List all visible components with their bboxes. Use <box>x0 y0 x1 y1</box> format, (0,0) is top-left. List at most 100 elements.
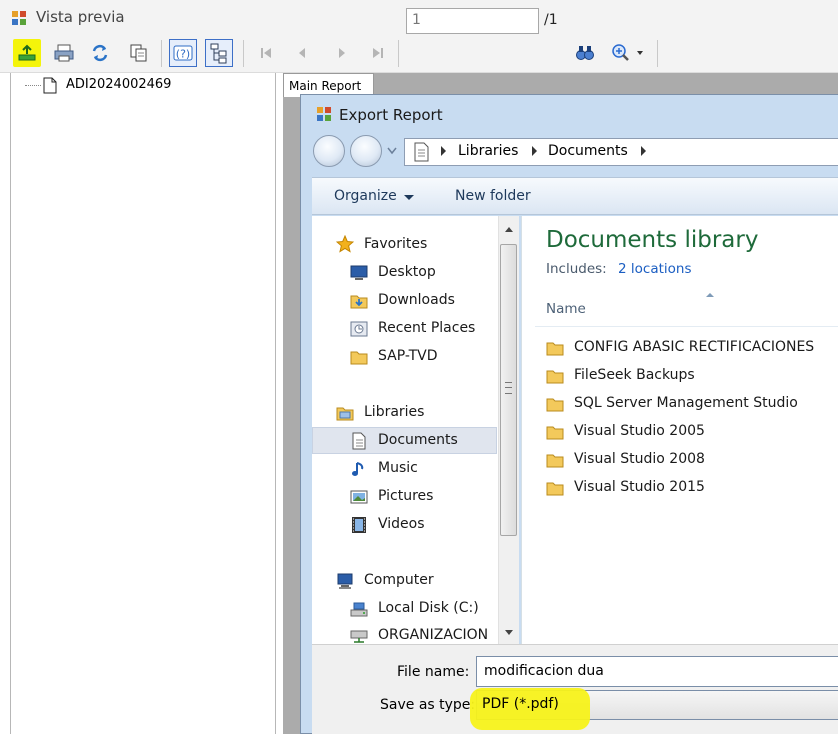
last-page-icon <box>373 48 383 58</box>
downloads-folder-icon <box>350 295 368 309</box>
group-tree-button[interactable] <box>205 39 233 67</box>
copy-button[interactable] <box>124 39 152 67</box>
folder-icon <box>546 426 564 440</box>
window-title: Vista previa <box>36 8 125 26</box>
organize-button[interactable]: Organize <box>334 188 397 204</box>
libraries-icon <box>336 407 354 421</box>
library-title: Documents library <box>546 227 759 253</box>
folder-icon <box>546 454 564 468</box>
locations-link[interactable]: 2 locations <box>618 261 691 277</box>
chevron-down-icon[interactable] <box>404 195 414 200</box>
scroll-down-icon[interactable] <box>505 630 513 635</box>
save-type-label: Save as type: <box>380 697 476 713</box>
computer-icon <box>337 573 353 589</box>
grip-icon <box>505 382 512 394</box>
folder-icon <box>546 342 564 356</box>
star-icon <box>336 235 354 253</box>
folder-name: Visual Studio 2008 <box>574 451 705 467</box>
videos-icon <box>352 517 366 533</box>
help-button[interactable]: (?) <box>169 39 197 67</box>
nav-libraries[interactable]: Libraries <box>364 404 424 420</box>
nav-pictures[interactable]: Pictures <box>378 488 433 504</box>
pictures-icon <box>350 490 368 504</box>
save-type-value: PDF (*.pdf) <box>482 696 559 712</box>
breadcrumb-arrow-icon[interactable] <box>532 146 537 156</box>
sort-ascending-icon <box>706 293 714 297</box>
dialog-title: Export Report <box>339 106 443 124</box>
nav-videos[interactable]: Videos <box>378 516 425 532</box>
find-icon <box>576 46 594 60</box>
folder-icon <box>546 398 564 412</box>
forward-button[interactable] <box>350 135 382 167</box>
nav-local-disk[interactable]: Local Disk (C:) <box>378 600 479 616</box>
nav-downloads[interactable]: Downloads <box>378 292 455 308</box>
breadcrumb-libraries[interactable]: Libraries <box>458 143 518 159</box>
first-page-button[interactable] <box>252 39 280 67</box>
breadcrumb-arrow-icon[interactable] <box>641 146 646 156</box>
file-name-label: File name: <box>397 664 470 680</box>
group-tree-icon <box>210 43 227 64</box>
nav-organizacion[interactable]: ORGANIZACION <box>378 627 488 643</box>
folder-name: FileSeek Backups <box>574 367 695 383</box>
nav-desktop[interactable]: Desktop <box>378 264 436 280</box>
last-page-button[interactable] <box>364 39 392 67</box>
scroll-up-icon[interactable] <box>505 227 513 232</box>
refresh-icon <box>92 44 108 62</box>
toolbar-separator <box>398 40 399 67</box>
column-divider <box>535 326 838 327</box>
print-icon <box>54 44 74 62</box>
first-page-icon <box>261 48 271 58</box>
tree-connector <box>25 85 41 86</box>
next-page-icon <box>339 48 345 58</box>
nav-computer[interactable]: Computer <box>364 572 434 588</box>
find-button[interactable] <box>571 39 599 67</box>
toolbar-separator <box>161 40 162 67</box>
copy-icon <box>130 44 147 62</box>
nav-favorites[interactable]: Favorites <box>364 236 427 252</box>
music-icon <box>352 462 364 476</box>
app-icon <box>317 107 331 121</box>
breadcrumb-documents[interactable]: Documents <box>548 143 628 159</box>
refresh-button[interactable] <box>86 39 114 67</box>
nav-music[interactable]: Music <box>378 460 418 476</box>
documents-icon <box>352 432 366 450</box>
local-disk-icon <box>350 602 368 617</box>
breadcrumb-arrow-icon[interactable] <box>441 146 446 156</box>
folder-name: SQL Server Management Studio <box>574 395 798 411</box>
file-name-field[interactable]: modificacion dua <box>476 656 838 687</box>
folder-name: CONFIG ABASIC RECTIFICACIONES <box>574 339 815 355</box>
group-tree-panel <box>10 73 276 734</box>
folder-icon <box>350 351 368 365</box>
app-icon <box>12 11 26 25</box>
recent-places-icon <box>350 321 368 337</box>
folder-icon <box>546 482 564 496</box>
folder-name: Visual Studio 2015 <box>574 479 705 495</box>
chevron-down-icon[interactable] <box>387 147 397 155</box>
previous-page-icon <box>299 48 305 58</box>
previous-page-button[interactable] <box>288 39 316 67</box>
document-icon <box>43 77 57 94</box>
nav-sap-tvd[interactable]: SAP-TVD <box>378 348 438 364</box>
nav-documents[interactable]: Documents <box>378 432 458 448</box>
toolbar-separator <box>657 40 658 67</box>
back-button[interactable] <box>313 135 345 167</box>
page-total: /1 <box>544 12 558 28</box>
svg-text:(?): (?) <box>176 48 190 61</box>
export-icon <box>18 44 36 61</box>
library-icon <box>414 142 429 162</box>
network-drive-icon <box>350 630 368 643</box>
new-folder-button[interactable]: New folder <box>455 188 531 204</box>
tree-node-root[interactable]: ADI2024002469 <box>66 77 171 92</box>
zoom-button[interactable] <box>607 39 649 67</box>
includes-label: Includes: <box>546 261 607 277</box>
export-button[interactable] <box>13 39 41 67</box>
nav-recent-places[interactable]: Recent Places <box>378 320 475 336</box>
column-header-name[interactable]: Name <box>546 301 586 317</box>
desktop-icon <box>350 265 368 280</box>
print-button[interactable] <box>50 39 78 67</box>
toolbar-separator <box>243 40 244 67</box>
next-page-button[interactable] <box>328 39 356 67</box>
toolbar: (?) <box>0 33 838 73</box>
page-number-input[interactable]: 1 <box>406 8 539 34</box>
grip-icon <box>505 387 512 388</box>
